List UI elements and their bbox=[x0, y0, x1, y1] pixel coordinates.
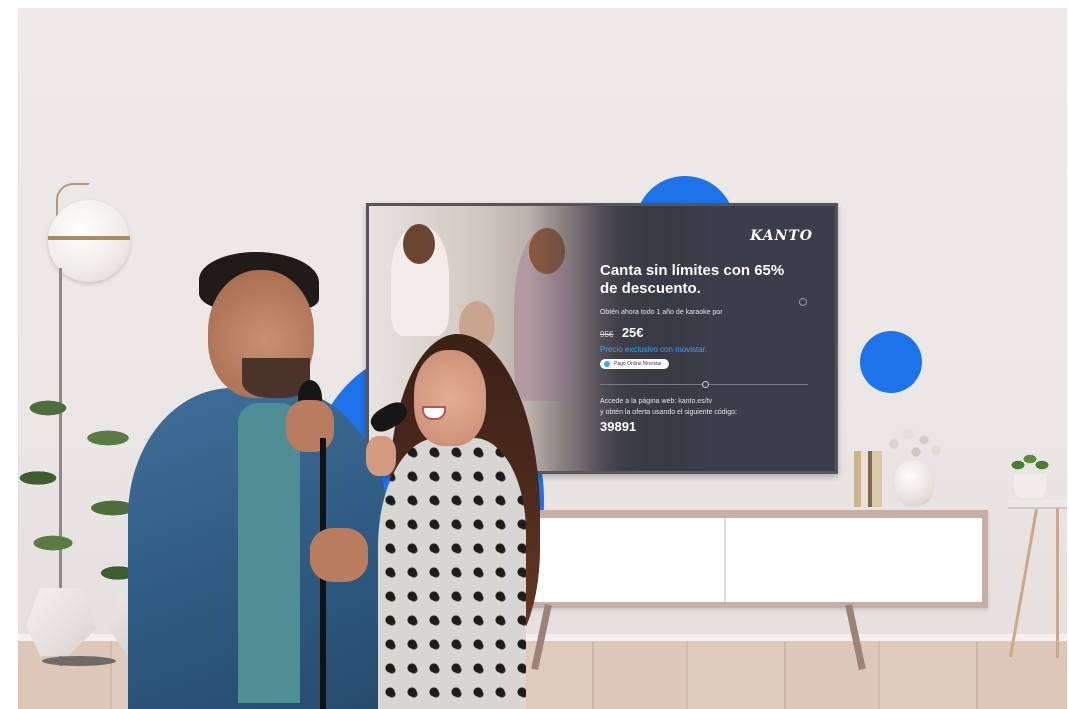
small-plant-pot bbox=[1014, 474, 1046, 498]
blue-circle-right bbox=[860, 331, 922, 393]
woman-leopard-top bbox=[378, 438, 526, 709]
exclusive-price-text: Precio exclusivo con movistar. bbox=[600, 345, 708, 354]
man-hand-on-stand bbox=[310, 528, 368, 582]
tv-offer-text: Obtén ahora todo 1 año de karaoke por bbox=[600, 309, 723, 316]
console-divider bbox=[724, 518, 726, 602]
access-line-1: Accede a la página web: kanto.es/tv bbox=[600, 398, 713, 405]
ring-decoration-icon bbox=[799, 298, 807, 306]
tv-price-row: 95€ 25€ bbox=[600, 324, 644, 342]
books bbox=[854, 451, 882, 507]
dried-flowers bbox=[884, 424, 944, 464]
man-tshirt bbox=[238, 403, 300, 703]
side-table-leg-right bbox=[1056, 508, 1059, 658]
lamp-band bbox=[48, 236, 130, 240]
tv-person-1-head bbox=[403, 224, 435, 264]
lamp-base bbox=[42, 656, 116, 666]
man-hand-holding-mic bbox=[286, 400, 334, 452]
white-vase bbox=[894, 460, 934, 506]
woman-face bbox=[414, 350, 486, 446]
tv-headline: Canta sin límites con 65% de descuento. bbox=[600, 262, 785, 297]
tv-overlay bbox=[529, 206, 835, 471]
promo-code: 39891 bbox=[600, 419, 637, 434]
access-line-2: y obtén la oferta usando el siguiente có… bbox=[600, 409, 737, 416]
pill-label: Pago Online Movistar bbox=[614, 361, 662, 367]
woman-hand-holding-mic bbox=[366, 436, 396, 476]
divider-dot-icon bbox=[702, 381, 709, 388]
movistar-payment-pill: Pago Online Movistar bbox=[600, 359, 669, 369]
tv-console bbox=[518, 510, 988, 608]
new-price: 25€ bbox=[621, 325, 644, 340]
karaoke-promo-photo: KANTO Canta sin límites con 65% de descu… bbox=[0, 0, 1069, 709]
living-room-scene: KANTO Canta sin límites con 65% de descu… bbox=[18, 8, 1067, 709]
tv-access-text: Accede a la página web: kanto.es/tv y ob… bbox=[600, 396, 820, 418]
check-badge-icon bbox=[604, 361, 610, 367]
kanto-logo: KANTO bbox=[750, 228, 813, 244]
old-price: 95€ bbox=[600, 330, 614, 339]
